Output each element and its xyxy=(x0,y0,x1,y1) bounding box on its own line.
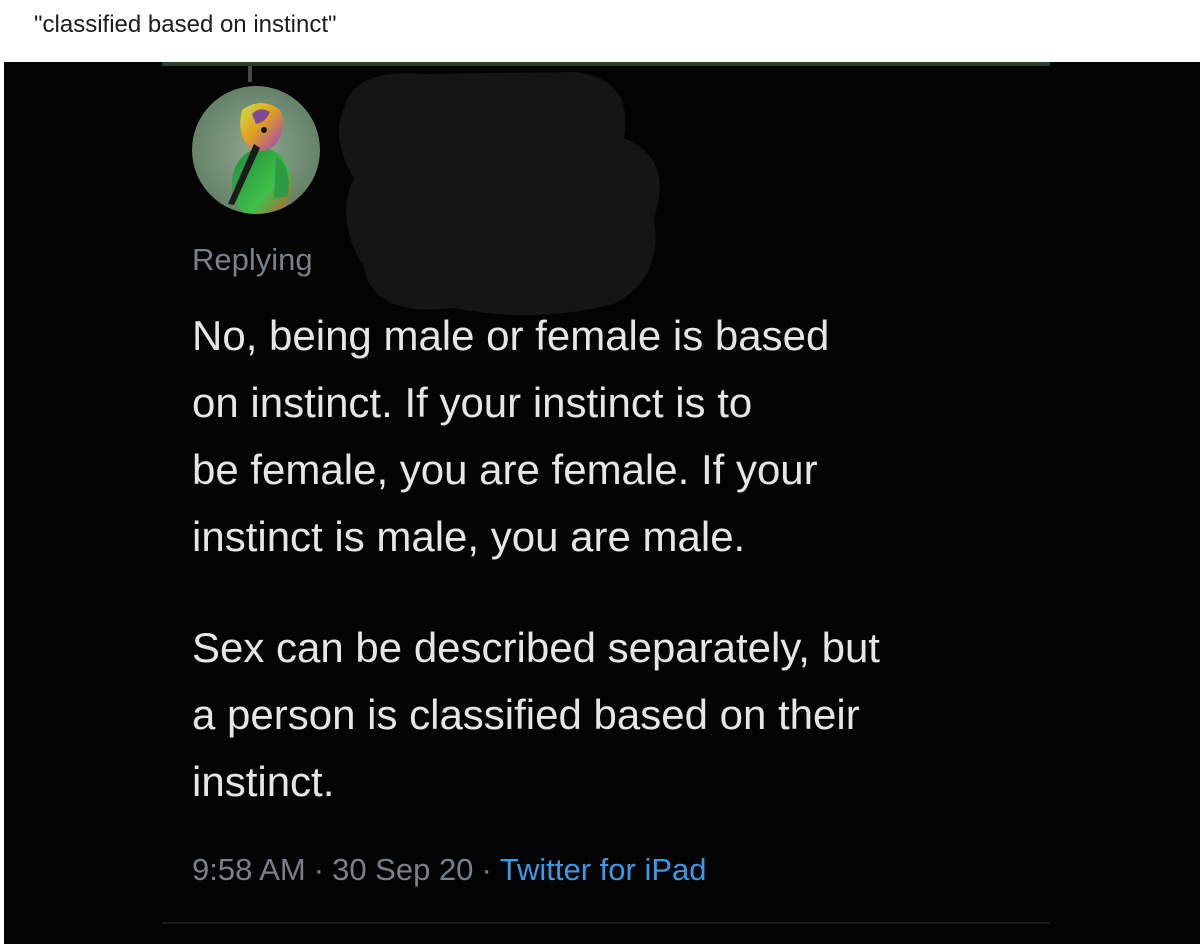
tweet-source-link[interactable]: Twitter for iPad xyxy=(500,852,707,887)
meta-separator: · xyxy=(481,852,492,887)
tweet-screenshot: Replying No, being male or female is bas… xyxy=(4,62,1200,944)
tweet-paragraph-2: Sex can be described separately, but a p… xyxy=(192,624,880,805)
tweet-paragraph-1: No, being male or female is based on ins… xyxy=(192,312,830,560)
tweet-metadata: 9:58 AM · 30 Sep 20 · Twitter for iPad xyxy=(192,852,707,888)
tweet-time: 9:58 AM xyxy=(192,852,306,887)
tweet-text: No, being male or female is based on ins… xyxy=(192,302,1072,815)
meta-separator: · xyxy=(313,852,325,887)
tweet-date: 30 Sep 20 xyxy=(332,852,474,887)
post-caption-bar: "classified based on instinct" xyxy=(0,0,1200,62)
thread-connector-line xyxy=(248,66,252,82)
hummingbird-avatar[interactable] xyxy=(192,86,320,214)
top-divider xyxy=(162,62,1050,66)
replying-to-label: Replying xyxy=(192,242,313,277)
hummingbird-icon xyxy=(192,86,320,214)
bottom-divider xyxy=(162,922,1050,924)
redaction-blur xyxy=(338,72,660,316)
post-caption: "classified based on instinct" xyxy=(34,11,337,38)
